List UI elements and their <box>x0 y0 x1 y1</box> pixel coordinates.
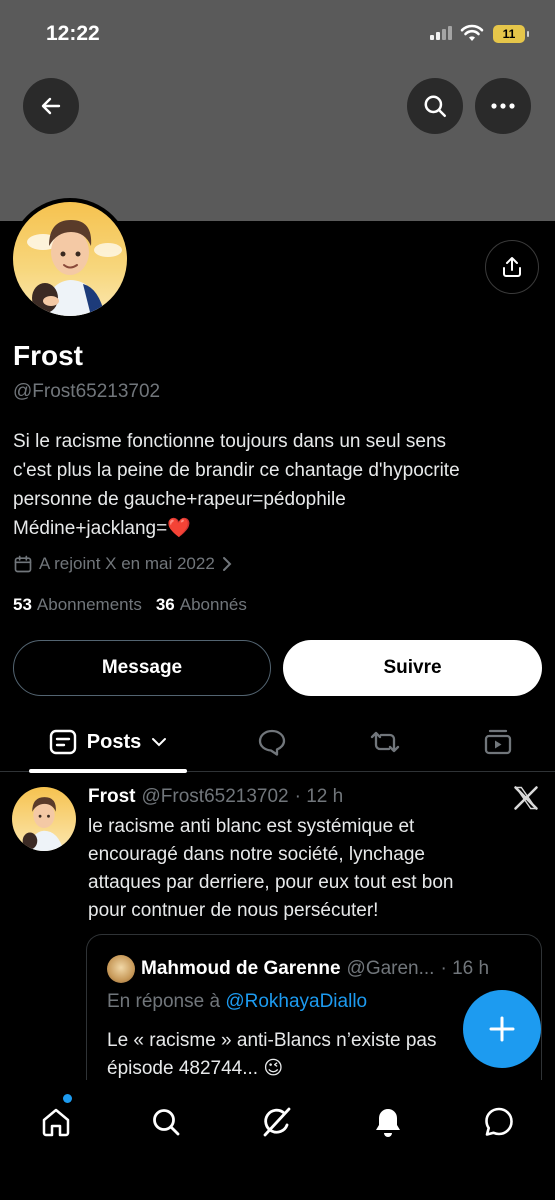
status-time: 12:22 <box>46 22 100 45</box>
reply-context: En réponse à @RokhayaDiallo <box>107 991 367 1013</box>
join-date[interactable]: A rejoint X en mai 2022 <box>13 554 233 574</box>
quoted-author-handle: @Garen... <box>346 958 435 979</box>
battery-level: 11 <box>502 27 516 41</box>
back-button[interactable] <box>23 78 79 134</box>
follow-button[interactable]: Suivre <box>283 640 542 696</box>
avatar-illustration <box>27 220 122 316</box>
bio-line: Si le racisme fonctionne toujours dans u… <box>13 431 447 452</box>
quoted-post-header: Mahmoud de Garenne @Garen... · 16 h <box>107 955 489 983</box>
reply-bubble-icon <box>258 729 286 756</box>
wifi-icon <box>460 24 484 41</box>
bell-icon <box>376 1109 400 1137</box>
nav-grok[interactable] <box>255 1100 299 1144</box>
message-button[interactable]: Message <box>13 640 271 696</box>
grok-icon <box>263 1107 291 1137</box>
avatar-illustration <box>22 797 64 851</box>
battery-indicator: 11 <box>493 25 529 43</box>
post-text-line: attaques par derriere, pour eux tout est… <box>88 872 454 893</box>
following-count: 53 <box>13 595 32 614</box>
join-date-text: A rejoint X en mai 2022 <box>39 554 215 573</box>
share-profile-button[interactable] <box>485 240 539 294</box>
following-label: Abonnements <box>36 595 142 614</box>
tab-reposts[interactable] <box>363 712 407 772</box>
followers-count: 36 <box>155 595 175 614</box>
follow-stats: 53 Abonnements 36 Abonnés <box>13 595 247 615</box>
quoted-post-text: Le « racisme » anti-Blancs n’existe pas … <box>107 1027 437 1083</box>
post-author-avatar[interactable] <box>12 787 76 851</box>
plus-icon <box>489 1016 515 1042</box>
posts-tab-icon <box>49 729 76 755</box>
quoted-text-line: épisode 482744... 😉 <box>107 1058 284 1079</box>
compose-button[interactable] <box>463 990 541 1068</box>
post-text-line: le racisme anti blanc est systémique et <box>88 816 415 837</box>
post-text: le racisme anti blanc est systémique et … <box>88 813 528 925</box>
quoted-author-name: Mahmoud de Garenne <box>141 958 341 979</box>
quoted-author-avatar <box>107 955 135 983</box>
post-text-line: encouragé dans notre société, lynchage <box>88 844 425 865</box>
bio-line: Médine+jacklang=❤️ <box>13 518 191 539</box>
cellular-signal-icon <box>430 26 452 40</box>
post-author-handle[interactable]: @Frost65213702 <box>142 786 289 808</box>
quoted-text-line: Le « racisme » anti-Blancs n’existe pas <box>107 1030 437 1051</box>
nav-messages[interactable] <box>477 1100 521 1144</box>
tab-posts[interactable]: Posts <box>29 712 187 773</box>
media-icon <box>484 729 512 755</box>
share-icon <box>503 257 521 277</box>
tab-replies[interactable] <box>250 712 294 772</box>
bio-line: personne de gauche+rapeur=pédophile <box>13 489 346 510</box>
calendar-icon <box>14 555 32 573</box>
post-text-line: pour contnuer de nous persécuter! <box>88 900 379 921</box>
reply-prefix: En réponse à <box>107 991 221 1012</box>
tab-posts-label: Posts <box>86 730 142 753</box>
profile-name: Frost <box>13 340 83 371</box>
more-options-button[interactable] <box>475 78 531 134</box>
profile-tabs: Posts <box>0 712 555 773</box>
arrow-left-icon <box>41 97 61 115</box>
home-icon <box>42 1108 70 1137</box>
following-link[interactable]: 53 Abonnements <box>13 595 142 615</box>
status-bar: 12:22 11 <box>0 0 555 70</box>
quoted-post-time: · 16 h <box>440 958 490 979</box>
search-icon <box>153 1109 180 1136</box>
unread-indicator <box>63 1094 72 1103</box>
chevron-down-icon <box>152 738 167 747</box>
more-horizontal-icon <box>491 103 515 109</box>
nav-home[interactable] <box>34 1100 78 1144</box>
post-author-name[interactable]: Frost <box>88 786 136 808</box>
chevron-right-icon <box>222 557 232 571</box>
followers-link[interactable]: 36 Abonnés <box>156 595 247 615</box>
tab-media[interactable] <box>476 712 520 772</box>
search-icon <box>424 95 446 117</box>
profile-handle: @Frost65213702 <box>13 381 161 402</box>
bottom-navigation <box>0 1080 555 1200</box>
search-button[interactable] <box>407 78 463 134</box>
profile-avatar[interactable] <box>9 198 131 320</box>
followers-label: Abonnés <box>179 595 247 614</box>
mail-bubble-icon <box>485 1107 513 1136</box>
bio-line: c'est plus la peine de brandir ce chanta… <box>13 460 460 481</box>
reply-to-link[interactable]: @RokhayaDiallo <box>225 991 367 1012</box>
nav-search[interactable] <box>144 1100 188 1144</box>
x-logo-icon <box>514 786 538 810</box>
repost-icon <box>370 731 400 753</box>
post-header: Frost @Frost65213702 · 12 h <box>88 786 343 808</box>
post-time: · 12 h <box>294 786 344 807</box>
profile-bio: Si le racisme fonctionne toujours dans u… <box>13 427 533 543</box>
nav-notifications[interactable] <box>366 1100 410 1144</box>
